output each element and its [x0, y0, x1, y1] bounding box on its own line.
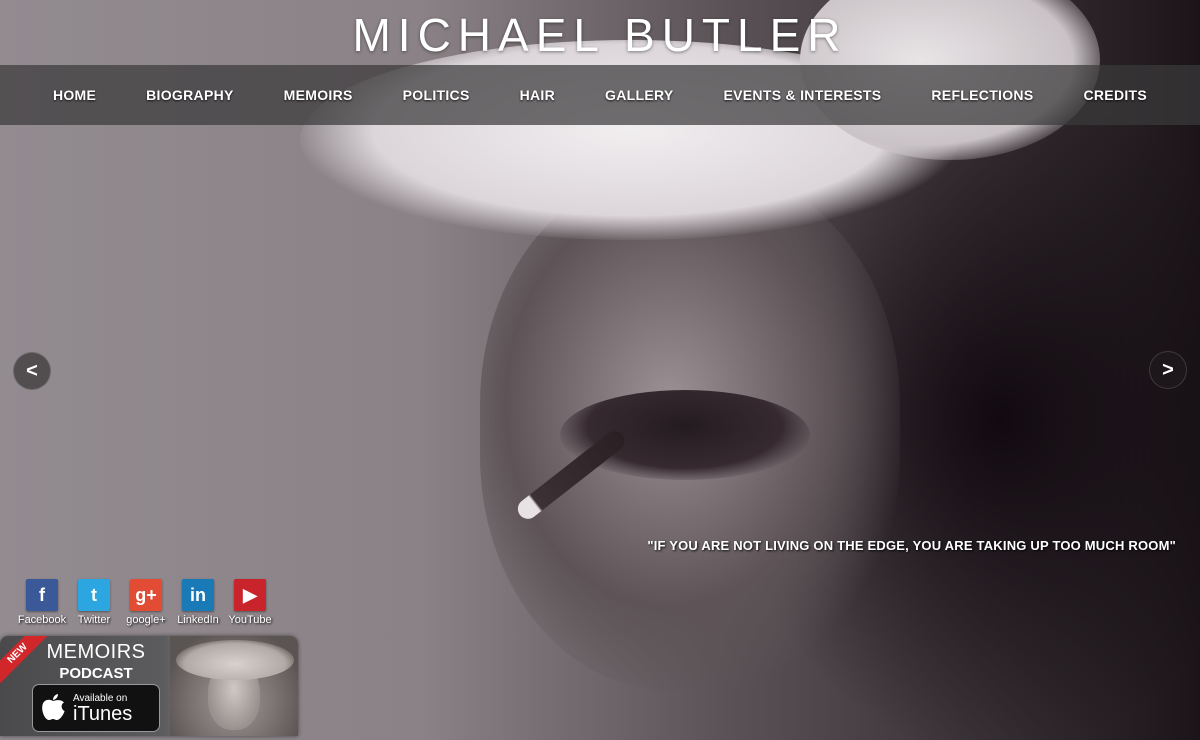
main-nav: HOME BIOGRAPHY MEMOIRS POLITICS HAIR GAL…	[0, 65, 1200, 125]
social-link-youtube[interactable]: ▶ YouTube	[224, 579, 276, 626]
slider-prev-button[interactable]: <	[13, 352, 51, 390]
apple-icon	[33, 693, 73, 723]
social-label: Facebook	[17, 614, 67, 626]
itunes-badge[interactable]: Available on iTunes	[32, 684, 160, 732]
linkedin-icon: in	[182, 579, 214, 611]
nav-item-reflections[interactable]: REFLECTIONS	[906, 87, 1058, 103]
nav-item-politics[interactable]: POLITICS	[378, 87, 495, 103]
slide-caption-quote: "IF YOU ARE NOT LIVING ON THE EDGE, YOU …	[647, 538, 1176, 553]
nav-item-home[interactable]: HOME	[28, 87, 121, 103]
social-link-facebook[interactable]: f Facebook	[16, 579, 68, 626]
new-badge: NEW	[0, 636, 52, 688]
social-label: YouTube	[228, 614, 272, 626]
youtube-icon: ▶	[234, 579, 266, 611]
itunes-label: iTunes	[73, 702, 133, 725]
social-links: f Facebook t Twitter g+ google+ in Linke…	[16, 579, 276, 626]
social-link-twitter[interactable]: t Twitter	[68, 579, 120, 626]
nav-item-hair[interactable]: HAIR	[495, 87, 580, 103]
podcast-title: MEMOIRS	[46, 641, 146, 663]
podcast-subtitle: PODCAST	[59, 665, 133, 682]
site-title[interactable]: MICHAEL BUTLER	[0, 8, 1200, 62]
nav-item-events-interests[interactable]: EVENTS & INTERESTS	[699, 87, 907, 103]
social-label: LinkedIn	[177, 614, 219, 626]
podcast-cover-photo	[170, 636, 298, 736]
podcast-photo-hat	[176, 640, 294, 680]
nav-item-credits[interactable]: CREDITS	[1058, 87, 1172, 103]
facebook-icon: f	[26, 579, 58, 611]
nav-item-biography[interactable]: BIOGRAPHY	[121, 87, 259, 103]
chevron-left-icon: <	[26, 359, 38, 382]
google-plus-icon: g+	[130, 579, 162, 611]
social-link-linkedin[interactable]: in LinkedIn	[172, 579, 224, 626]
twitter-icon: t	[78, 579, 110, 611]
chevron-right-icon: >	[1162, 358, 1174, 381]
social-label: Twitter	[77, 614, 111, 626]
nav-item-gallery[interactable]: GALLERY	[580, 87, 698, 103]
nav-item-memoirs[interactable]: MEMOIRS	[259, 87, 378, 103]
itunes-available-on: Available on	[73, 692, 128, 704]
slider-next-button[interactable]: >	[1149, 351, 1187, 389]
social-label: google+	[126, 614, 166, 626]
memoirs-podcast-banner[interactable]: NEW MEMOIRS PODCAST Available on iTunes	[0, 636, 298, 736]
social-link-google-plus[interactable]: g+ google+	[120, 579, 172, 626]
